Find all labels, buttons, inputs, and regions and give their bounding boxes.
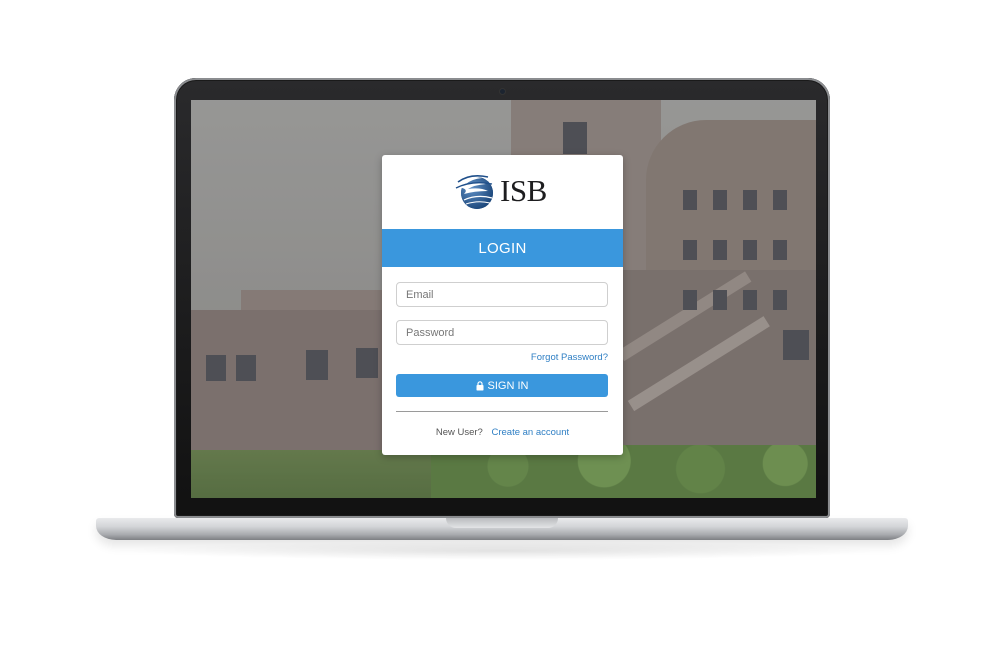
lock-icon xyxy=(476,380,484,390)
isb-logo: ISB xyxy=(452,169,556,211)
forgot-password-link[interactable]: Forgot Password? xyxy=(531,352,608,363)
new-user-text: New User? xyxy=(435,427,483,438)
isb-logo-text: ISB xyxy=(500,172,547,208)
isb-bird-logo-icon xyxy=(454,175,493,209)
divider xyxy=(396,411,608,412)
laptop-screen: ISB LOGIN Forgot Password? SIGN IN New U… xyxy=(191,100,816,498)
laptop-base-notch xyxy=(446,518,558,528)
sign-in-label: SIGN IN xyxy=(487,379,529,392)
signup-prompt: New User? Create an account xyxy=(382,427,623,438)
password-input[interactable] xyxy=(396,320,608,345)
create-account-link[interactable]: Create an account xyxy=(492,427,570,438)
laptop-camera xyxy=(500,89,505,94)
laptop-mockup: ISB LOGIN Forgot Password? SIGN IN New U… xyxy=(0,0,1000,650)
sign-in-button[interactable]: SIGN IN xyxy=(396,374,608,397)
laptop-shadow xyxy=(120,542,884,560)
email-input[interactable] xyxy=(396,282,608,307)
login-card: ISB LOGIN Forgot Password? SIGN IN New U… xyxy=(382,155,623,455)
login-header: LOGIN xyxy=(382,229,623,267)
